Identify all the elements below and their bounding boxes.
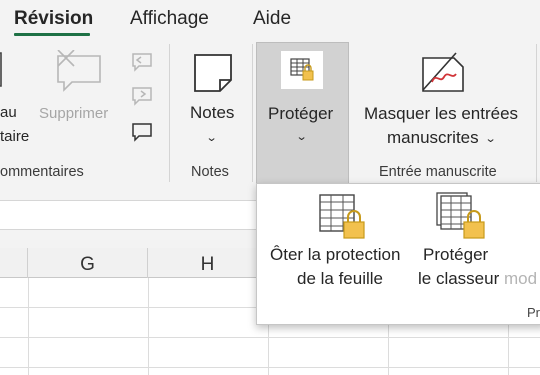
protect-sheet-lock-icon [290,58,314,81]
tab-affichage[interactable]: Affichage [130,7,209,31]
comments-group-label: ommentaires [0,164,84,180]
column-header-g[interactable]: G [28,248,148,278]
column-header-partial[interactable] [0,248,28,278]
hide-ink-label-line1: Masquer les entrées [364,104,519,123]
protect-dropdown-menu: Ôter la protection de la feuille Protége… [256,183,540,325]
column-gridline [28,278,29,375]
protect-label: Protéger [268,104,334,123]
protect-workbook-icon [436,192,485,239]
hide-ink-chevron-down-icon: ⌄ [484,133,497,145]
excel-window: Révision Affichage Aide au taire Supprim… [0,0,540,375]
protect-workbook-label-line1: Protéger [423,245,489,264]
tab-revision[interactable]: Révision [14,7,93,31]
column-header-h[interactable]: H [148,248,268,278]
tab-aide[interactable]: Aide [253,7,291,31]
delete-comment-label: Supprimer [39,105,109,122]
ink-group-label: Entrée manuscrite [379,164,497,180]
note-icon [194,54,232,92]
unprotect-sheet-label-line1: Ôter la protection [270,245,401,264]
truncated-menu-item[interactable]: mod [504,267,537,291]
previous-comment-icon [132,53,152,72]
hide-ink-icon [422,52,464,92]
unprotect-sheet-icon [319,194,365,239]
new-comment-label-line2: taire [0,128,30,145]
row-gridline [0,337,540,338]
notes-label: Notes [190,103,235,122]
protect-workbook-label-line2: le classeur [418,269,500,288]
new-comment-icon [0,52,2,87]
delete-comment-icon [57,50,101,92]
notes-group-label: Notes [191,164,229,180]
hide-ink-label-line2: manuscrites [387,128,479,147]
notes-chevron-down-icon: ⌄ [205,132,218,144]
next-comment-icon [132,87,152,106]
unprotect-sheet-label-line2: de la feuille [297,269,384,288]
protect-button[interactable]: Protéger ⌄ [256,42,349,185]
protect-chevron-down-icon: ⌄ [295,131,308,143]
active-tab-indicator [14,33,90,36]
column-gridline [148,278,149,375]
row-gridline [0,367,540,368]
ribbon: au taire Supprimer ommentaires Notes ⌄ N… [0,38,540,186]
ribbon-separator [536,44,537,182]
dropdown-group-label: Pr [527,305,540,320]
ribbon-separator [169,44,170,182]
ribbon-separator [252,44,253,182]
new-comment-label-line1: au [0,104,17,121]
show-comments-icon [132,123,152,142]
ribbon-tab-bar: Révision Affichage Aide [0,0,540,38]
